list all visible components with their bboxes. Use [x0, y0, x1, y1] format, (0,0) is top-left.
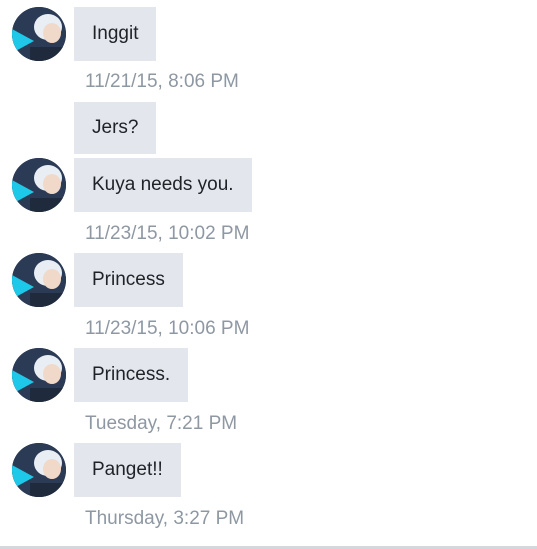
message-text: Princess. [92, 364, 171, 385]
message-timestamp: Thursday, 3:27 PM [85, 508, 245, 529]
message-text: Panget!! [92, 459, 163, 480]
message-bubble[interactable]: Princess [74, 253, 183, 307]
message-text: Princess [92, 269, 165, 290]
message-bubble[interactable]: Panget!! [74, 443, 181, 497]
message-bubble[interactable]: Inggit [74, 7, 157, 61]
message-text: Kuya needs you. [92, 174, 234, 195]
contact-avatar-icon[interactable] [12, 7, 66, 61]
contact-avatar-icon[interactable] [12, 253, 66, 307]
message-bubble[interactable]: Kuya needs you. [74, 158, 252, 212]
message-text: Inggit [92, 23, 139, 44]
message-timestamp: 11/21/15, 8:06 PM [85, 71, 239, 92]
message-timestamp: 11/23/15, 10:06 PM [85, 318, 250, 339]
message-thread: Inggit 11/21/15, 8:06 PM Jers? Kuya need… [0, 0, 537, 549]
contact-avatar-icon[interactable] [12, 348, 66, 402]
message-bubble[interactable]: Jers? [74, 102, 157, 154]
message-timestamp: Tuesday, 7:21 PM [85, 413, 238, 434]
message-text: Jers? [92, 117, 139, 138]
contact-avatar-icon[interactable] [12, 443, 66, 497]
message-bubble[interactable]: Princess. [74, 348, 189, 402]
message-timestamp: 11/23/15, 10:02 PM [85, 223, 250, 244]
contact-avatar-icon[interactable] [12, 158, 66, 212]
